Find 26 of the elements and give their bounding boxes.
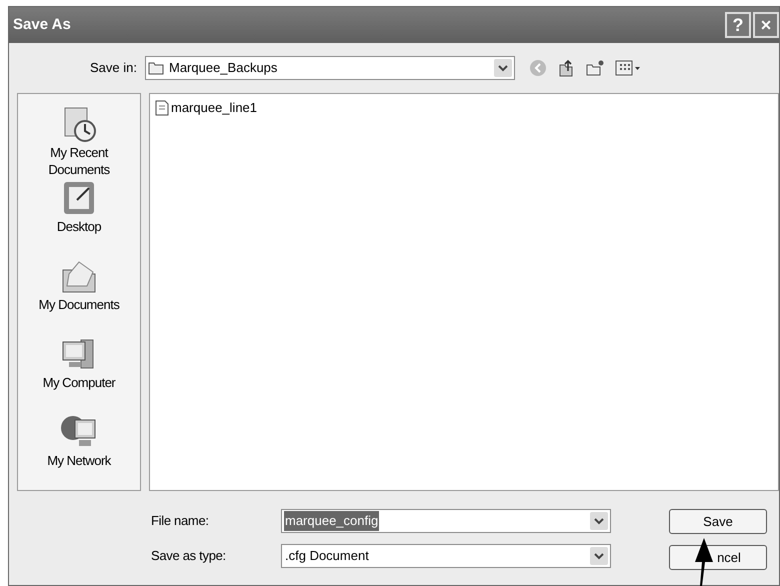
up-folder-icon[interactable] — [557, 59, 575, 77]
file-name-label: File name: — [151, 512, 210, 530]
location-text: Marquee_Backups — [169, 59, 278, 78]
help-button[interactable]: ? — [725, 12, 751, 38]
folder-icon — [148, 61, 164, 75]
places-item[interactable]: My Recent Documents — [20, 104, 138, 178]
save-type-value: .cfg Document — [284, 547, 370, 566]
save-type-dropdown[interactable]: .cfg Document — [281, 544, 611, 568]
save-in-label: Save in: — [89, 59, 138, 78]
document-icon — [155, 100, 169, 116]
file-name-value: marquee_config — [284, 511, 380, 531]
new-folder-icon[interactable] — [585, 59, 605, 77]
places-item[interactable]: My Documents — [20, 256, 138, 334]
close-button[interactable]: × — [753, 12, 779, 38]
places-item[interactable]: My Network — [20, 412, 138, 490]
places-item[interactable]: Desktop — [20, 178, 138, 256]
save-type-label: Save as type: — [151, 547, 227, 566]
file-name-field[interactable]: marquee_config — [281, 509, 611, 533]
save-button[interactable]: Save — [669, 509, 767, 534]
save-in-dropdown[interactable]: Marquee_Backups — [145, 56, 515, 80]
places-item[interactable]: My Computer — [20, 334, 138, 412]
cancel-button[interactable]: ncel — [669, 545, 767, 570]
window-title: Save As — [13, 14, 71, 35]
file-item[interactable]: marquee_line1 — [154, 98, 258, 118]
view-menu-icon[interactable] — [615, 59, 641, 77]
annotation-arrow — [692, 538, 716, 586]
